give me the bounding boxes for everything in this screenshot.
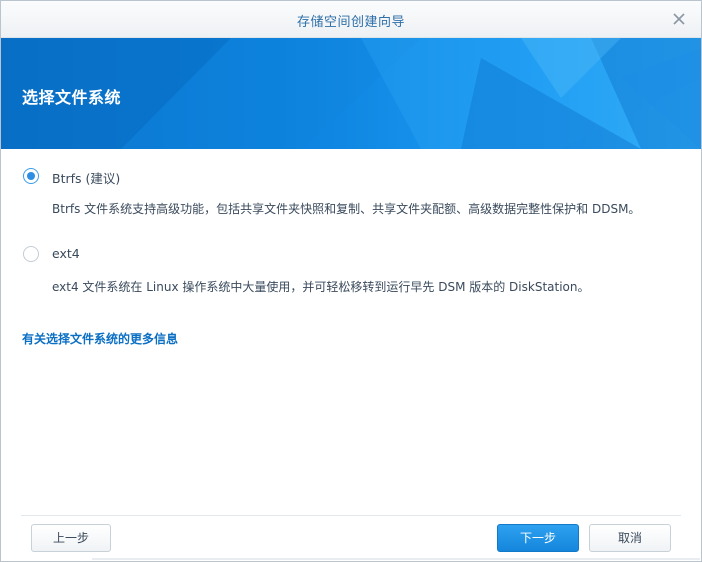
window-bottom-edge [92,558,700,560]
title-bar: 存储空间创建向导 [1,1,701,38]
ext4-label[interactable]: ext4 [52,246,80,261]
btrfs-label[interactable]: Btrfs (建议) [52,168,120,187]
more-info-link[interactable]: 有关选择文件系统的更多信息 [22,330,178,347]
next-button[interactable]: 下一步 [497,524,579,552]
footer-divider [21,515,681,516]
cancel-button[interactable]: 取消 [589,524,671,552]
storage-wizard-dialog: 存储空间创建向导 选择文件系统 Btrfs (建议) Btrfs 文件系统支持高… [0,0,702,562]
close-icon [673,13,685,25]
close-button[interactable] [669,9,689,29]
btrfs-radio[interactable] [23,168,39,184]
header-banner: 选择文件系统 [1,38,701,149]
page-heading: 选择文件系统 [22,88,122,107]
back-button[interactable]: 上一步 [31,524,111,552]
btrfs-description: Btrfs 文件系统支持高级功能，包括共享文件夹快照和复制、共享文件夹配额、高级… [52,202,641,216]
ext4-radio[interactable] [23,246,39,262]
dialog-title: 存储空间创建向导 [296,15,405,30]
ext4-description: ext4 文件系统在 Linux 操作系统中大量使用，并可轻松移转到运行早先 D… [52,280,590,294]
